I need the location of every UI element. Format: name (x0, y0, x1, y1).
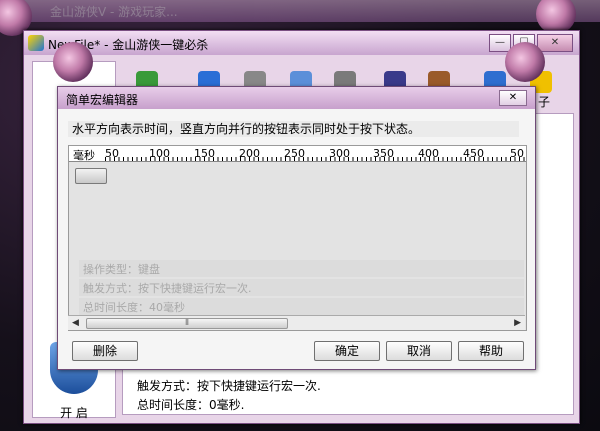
horizontal-scrollbar[interactable]: ◀ ⦀ ▶ (68, 315, 525, 330)
scroll-right-icon[interactable]: ▶ (514, 318, 521, 328)
duration-info: 总时间长度：0毫秒. (137, 398, 245, 412)
trigger-info: 触发方式：按下快捷键运行宏一次. (83, 282, 252, 295)
dialog-title: 简单宏编辑器 (66, 93, 139, 107)
timeline-grid[interactable]: 毫秒 50 100 150 200 250 300 350 400 450 50… (68, 145, 527, 331)
rose-decoration (505, 42, 545, 82)
app-icon (28, 35, 44, 51)
background-window-titlebar: 金山游侠V - 游戏玩家... (10, 0, 600, 22)
minimize-button[interactable]: — (489, 34, 511, 52)
simple-macro-editor-dialog: 简单宏编辑器 ✕ 水平方向表示时间，竖直方向并行的按钮表示同时处于按下状态。 毫… (57, 86, 536, 370)
ruler-unit: 毫秒 (73, 149, 95, 162)
key-block[interactable] (75, 168, 107, 184)
delete-button[interactable]: 删除 (72, 341, 138, 361)
dialog-hint: 水平方向表示时间，竖直方向并行的按钮表示同时处于按下状态。 (68, 121, 519, 137)
dialog-close-button[interactable]: ✕ (499, 90, 527, 106)
time-ruler: 毫秒 50 100 150 200 250 300 350 400 450 50 (69, 146, 526, 162)
rose-decoration (53, 42, 93, 82)
toolbar-partial-label: 子 (538, 95, 551, 109)
main-window-titlebar[interactable]: NewFile* - 金山游侠一键必杀 — ☐ ✕ (24, 31, 579, 55)
rose-decoration (536, 0, 576, 34)
scroll-left-icon[interactable]: ◀ (72, 318, 79, 328)
close-button[interactable]: ✕ (537, 34, 573, 52)
dialog-titlebar[interactable]: 简单宏编辑器 ✕ (58, 87, 535, 109)
duration-info: 总时间长度：40毫秒 (83, 301, 185, 314)
ok-button[interactable]: 确定 (314, 341, 380, 361)
scroll-thumb[interactable]: ⦀ (86, 318, 288, 329)
op-type-info: 操作类型：键盘 (83, 263, 160, 276)
cancel-button[interactable]: 取消 (386, 341, 452, 361)
help-button[interactable]: 帮助 (458, 341, 524, 361)
trigger-info: 触发方式：按下快捷键运行宏一次. (137, 379, 321, 393)
ruler-tick-marks (105, 157, 526, 161)
background-window-title: 金山游侠V - 游戏玩家... (50, 5, 178, 19)
start-label[interactable]: 开 启 (33, 404, 115, 421)
